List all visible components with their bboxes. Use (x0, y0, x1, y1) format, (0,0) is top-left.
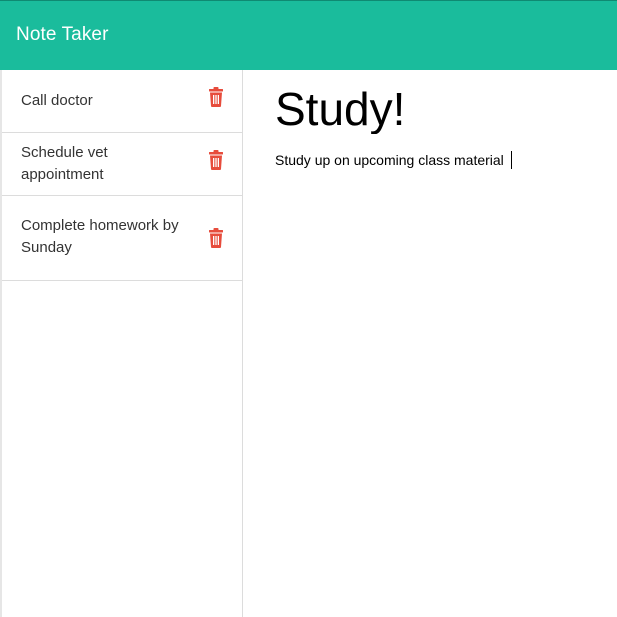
trash-icon[interactable] (208, 228, 224, 248)
brand-title[interactable]: Note Taker (16, 24, 109, 46)
trash-icon[interactable] (208, 87, 224, 107)
note-item-title: Schedule vet appointment (21, 144, 108, 183)
note-list-item[interactable]: Call doctor (2, 70, 242, 133)
note-item-title: Call doctor (21, 92, 93, 109)
note-list: Call doctor Schedule vet appointment Com… (0, 70, 243, 617)
note-list-item[interactable]: Complete homework by Sunday (2, 196, 242, 281)
note-list-item[interactable]: Schedule vet appointment (2, 133, 242, 196)
note-text-area[interactable]: Study up on upcoming class material (275, 150, 595, 590)
note-item-title: Complete homework by Sunday (21, 217, 179, 256)
note-title-input[interactable] (275, 84, 605, 134)
text-caret (511, 151, 512, 169)
navbar: Note Taker (0, 0, 617, 70)
trash-icon[interactable] (208, 150, 224, 170)
note-editor: Study up on upcoming class material (243, 70, 617, 617)
